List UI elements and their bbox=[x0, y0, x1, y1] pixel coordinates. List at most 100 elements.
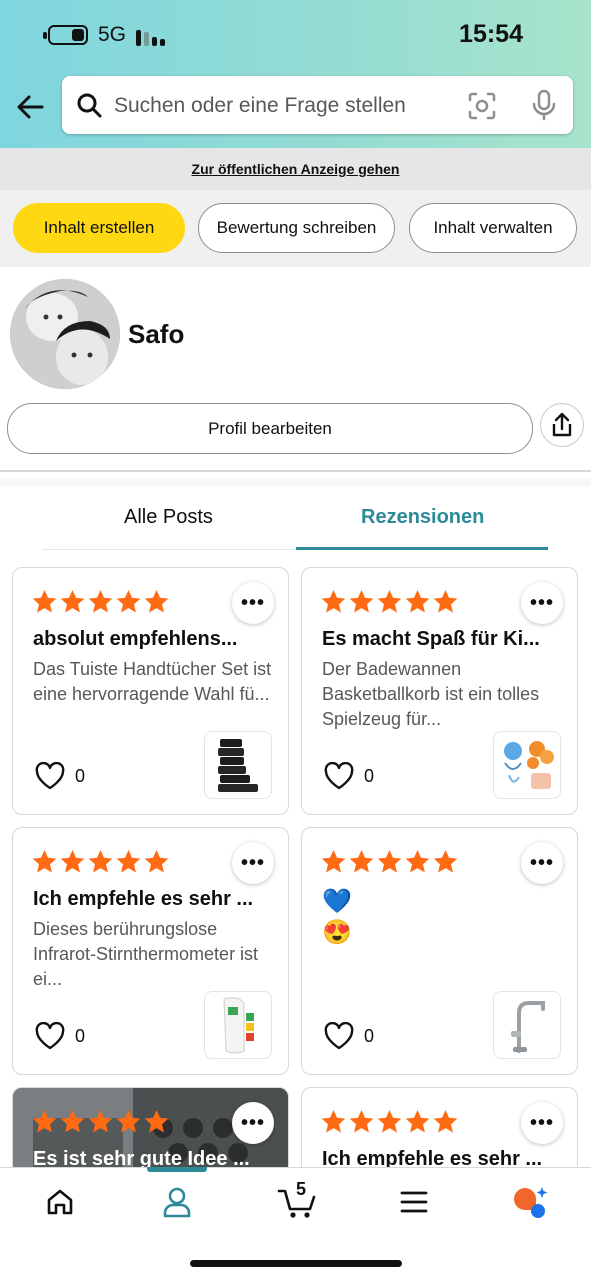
star-icon bbox=[404, 588, 432, 616]
star-icon bbox=[87, 848, 115, 876]
review-card[interactable]: ••• 💙 😍 0 bbox=[301, 827, 578, 1075]
profile-name: Safo bbox=[128, 319, 185, 349]
more-options-icon[interactable]: ••• bbox=[521, 842, 563, 884]
edit-profile-button[interactable]: Profil bearbeiten bbox=[7, 403, 533, 454]
heart-icon[interactable] bbox=[324, 1021, 354, 1050]
home-icon[interactable] bbox=[40, 1182, 80, 1222]
avatar[interactable] bbox=[10, 279, 120, 389]
microphone-icon[interactable] bbox=[530, 89, 558, 121]
more-options-icon[interactable]: ••• bbox=[232, 582, 274, 624]
star-icon bbox=[115, 848, 143, 876]
star-icon bbox=[59, 588, 87, 616]
star-icon bbox=[432, 1108, 460, 1136]
star-icon bbox=[31, 848, 59, 876]
product-thumbnail[interactable] bbox=[204, 991, 272, 1059]
star-icon bbox=[376, 1108, 404, 1136]
tab-all-posts[interactable]: Alle Posts bbox=[124, 506, 213, 529]
write-review-button[interactable]: Bewertung schreiben bbox=[198, 203, 395, 253]
manage-content-button[interactable]: Inhalt verwalten bbox=[409, 203, 577, 253]
heart-icon[interactable] bbox=[35, 761, 65, 790]
blue-heart-emoji: 💙 bbox=[322, 888, 352, 915]
star-rating bbox=[320, 588, 460, 616]
star-icon bbox=[404, 1108, 432, 1136]
like-count: 0 bbox=[75, 766, 86, 786]
star-rating bbox=[320, 848, 460, 876]
review-title: Ich empfehle es sehr ... bbox=[33, 888, 254, 910]
active-nav-indicator bbox=[147, 1167, 207, 1172]
star-icon bbox=[59, 1108, 87, 1136]
star-icon bbox=[320, 1108, 348, 1136]
more-options-icon[interactable]: ••• bbox=[521, 1102, 563, 1144]
cart-count: 5 bbox=[296, 1179, 307, 1199]
action-row: Inhalt erstellen Bewertung schreiben Inh… bbox=[0, 190, 591, 267]
more-options-icon[interactable]: ••• bbox=[521, 582, 563, 624]
star-icon bbox=[404, 848, 432, 876]
star-icon bbox=[31, 1108, 59, 1136]
review-title: absolut empfehlens... bbox=[33, 628, 238, 650]
star-icon bbox=[320, 588, 348, 616]
search-input[interactable]: Suchen oder eine Frage stellen bbox=[114, 94, 406, 118]
tab-reviews[interactable]: Rezensionen bbox=[361, 506, 484, 529]
review-card[interactable]: ••• Ich empfehle es sehr ... Dieses berü… bbox=[12, 827, 289, 1075]
status-bar: 5G 15:54 bbox=[0, 0, 591, 70]
review-card[interactable]: ••• absolut empfehlens... Das Tuiste Han… bbox=[12, 567, 289, 815]
clock: 15:54 bbox=[459, 20, 523, 48]
public-view-link[interactable]: Zur öffentlichen Anzeige gehen bbox=[192, 161, 400, 177]
star-icon bbox=[348, 588, 376, 616]
product-thumbnail[interactable] bbox=[493, 731, 561, 799]
like-count: 0 bbox=[364, 766, 375, 786]
more-options-icon[interactable]: ••• bbox=[232, 1102, 274, 1144]
share-icon[interactable] bbox=[540, 403, 584, 447]
star-icon bbox=[59, 848, 87, 876]
star-icon bbox=[115, 588, 143, 616]
like-count: 0 bbox=[364, 1026, 375, 1046]
review-emoji: 💙 😍 bbox=[322, 886, 352, 948]
star-rating bbox=[320, 1108, 460, 1136]
profile-section: Safo Profil bearbeiten bbox=[0, 267, 591, 477]
star-rating bbox=[31, 588, 171, 616]
star-icon bbox=[320, 848, 348, 876]
star-icon bbox=[348, 1108, 376, 1136]
star-icon bbox=[432, 588, 460, 616]
search-icon bbox=[76, 92, 102, 118]
review-text: Das Tuiste Handtücher Set ist eine hervo… bbox=[33, 659, 272, 704]
rufus-icon[interactable] bbox=[510, 1182, 550, 1222]
product-thumbnail[interactable] bbox=[204, 731, 272, 799]
review-text: Der Badewannen Basketballkorb ist ein to… bbox=[322, 659, 540, 729]
public-view-bar: Zur öffentlichen Anzeige gehen bbox=[0, 148, 591, 190]
star-icon bbox=[87, 588, 115, 616]
review-card[interactable]: ••• Es macht Spaß für Ki... Der Badewann… bbox=[301, 567, 578, 815]
divider-band bbox=[0, 478, 591, 486]
battery-icon bbox=[43, 25, 88, 45]
review-text: Dieses berührungslose Infrarot-Stirnther… bbox=[33, 919, 259, 989]
star-icon bbox=[87, 1108, 115, 1136]
divider bbox=[0, 470, 591, 472]
tab-bar: Alle Posts Rezensionen bbox=[42, 492, 548, 550]
star-icon bbox=[143, 1108, 171, 1136]
star-rating bbox=[31, 848, 171, 876]
menu-icon[interactable] bbox=[394, 1182, 434, 1222]
create-content-button[interactable]: Inhalt erstellen bbox=[13, 203, 185, 253]
star-icon bbox=[31, 588, 59, 616]
more-options-icon[interactable]: ••• bbox=[232, 842, 274, 884]
star-icon bbox=[143, 588, 171, 616]
home-indicator bbox=[190, 1260, 402, 1267]
heart-icon[interactable] bbox=[324, 761, 354, 790]
star-rating bbox=[31, 1108, 171, 1136]
network-type: 5G bbox=[98, 23, 127, 46]
review-title: Es macht Spaß für Ki... bbox=[322, 628, 540, 650]
signal-icon bbox=[136, 26, 168, 46]
back-icon[interactable] bbox=[14, 90, 48, 124]
tab-active-indicator bbox=[296, 547, 548, 550]
star-icon bbox=[115, 1108, 143, 1136]
search-bar[interactable]: Suchen oder eine Frage stellen bbox=[62, 76, 573, 134]
star-icon bbox=[376, 848, 404, 876]
star-icon bbox=[348, 848, 376, 876]
heart-eyes-emoji: 😍 bbox=[322, 919, 352, 946]
star-icon bbox=[376, 588, 404, 616]
profile-icon[interactable] bbox=[157, 1182, 197, 1222]
product-thumbnail[interactable] bbox=[493, 991, 561, 1059]
heart-icon[interactable] bbox=[35, 1021, 65, 1050]
star-icon bbox=[432, 848, 460, 876]
camera-icon[interactable] bbox=[468, 92, 496, 120]
